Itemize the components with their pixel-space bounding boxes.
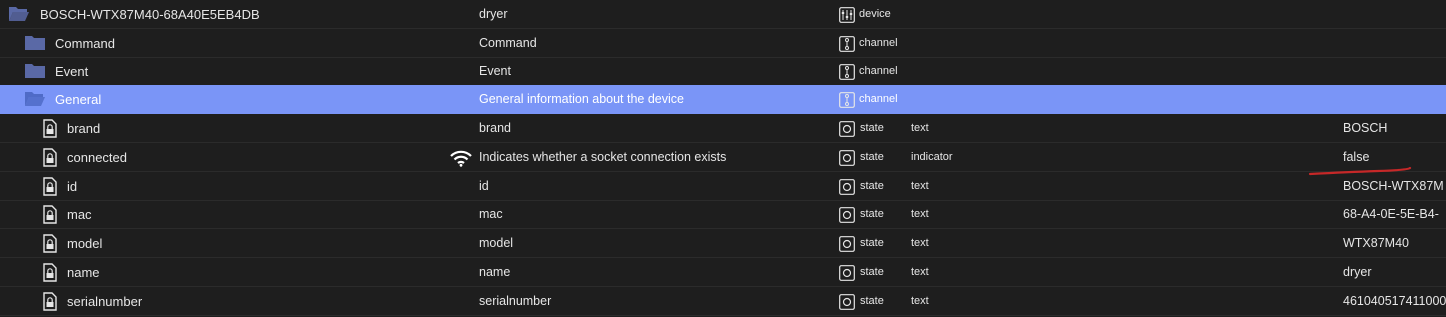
object-value[interactable]: 68-A4-0E-5E-B4- [1343, 200, 1446, 229]
object-type: state [860, 151, 884, 163]
channel-icon [839, 64, 855, 80]
tree-row-serialnumber[interactable]: serialnumber serialnumber state text 4610405… [0, 287, 1446, 316]
object-role: text [911, 295, 929, 307]
folder-icon [24, 33, 46, 53]
object-type: channel [859, 93, 898, 105]
tree-row-mac[interactable]: mac mac state text 68-A4-0E-5E-B4- [0, 200, 1446, 229]
object-name: model [67, 236, 103, 251]
object-description: Command [479, 36, 537, 50]
tree-row-general[interactable]: General General information about the dev… [0, 85, 1446, 114]
channel-icon [839, 36, 855, 52]
object-type: state [860, 208, 884, 220]
object-name: connected [67, 150, 127, 165]
state-icon [839, 121, 855, 137]
object-name: id [67, 179, 78, 194]
tree-row-connected[interactable]: connected Indicates whether a socket con… [0, 143, 1446, 172]
object-value[interactable]: WTX87M40 [1343, 229, 1446, 258]
object-description: Event [479, 64, 511, 78]
tree-row-model[interactable]: model model state text WTX87M40 [0, 229, 1446, 258]
file-lock-icon [38, 233, 60, 253]
object-description: dryer [479, 7, 508, 21]
object-tree: BOSCH-WTX87M40-68A40E5EB4DB dryer device Co… [0, 0, 1446, 317]
tree-row-id[interactable]: id id state text BOSCH-WTX87M [0, 172, 1446, 201]
object-description: General information about the device [479, 92, 684, 106]
object-description: Indicates whether a socket connection ex… [479, 150, 727, 164]
file-lock-icon [38, 291, 60, 311]
object-type: state [860, 266, 884, 278]
state-icon [839, 265, 855, 281]
folder-open-icon [24, 89, 46, 109]
object-name: name [67, 265, 100, 280]
tree-row-brand[interactable]: brand brand state text BOSCH [0, 114, 1446, 143]
folder-icon [24, 61, 46, 81]
object-name: mac [67, 207, 92, 222]
object-type: device [859, 8, 891, 20]
state-icon [839, 150, 855, 166]
object-type: state [860, 295, 884, 307]
state-icon [839, 294, 855, 310]
object-description: model [479, 236, 514, 250]
file-lock-icon [38, 262, 60, 282]
object-value[interactable]: 461040517411000 [1343, 287, 1446, 316]
object-role: text [911, 122, 929, 134]
object-role: text [911, 208, 929, 220]
object-type: state [860, 180, 884, 192]
annotation-underline [1308, 165, 1412, 177]
object-value[interactable]: dryer [1343, 258, 1446, 287]
object-role: text [911, 180, 929, 192]
object-type: channel [859, 37, 898, 49]
tree-row-event[interactable]: Event Event channel [0, 57, 1446, 86]
object-name: Event [55, 64, 89, 79]
object-description: name [479, 265, 511, 279]
state-icon [839, 207, 855, 223]
tree-row-name[interactable]: name name state text dryer [0, 258, 1446, 287]
tree-row-bosch-wtx87m40-68a40e5eb4db[interactable]: BOSCH-WTX87M40-68A40E5EB4DB dryer device [0, 0, 1446, 29]
channel-icon [839, 92, 855, 108]
object-role: text [911, 237, 929, 249]
object-name: serialnumber [67, 294, 143, 309]
wifi-icon[interactable] [449, 149, 473, 167]
object-name: General [55, 92, 102, 107]
object-name: BOSCH-WTX87M40-68A40E5EB4DB [40, 7, 260, 22]
file-lock-icon [38, 147, 60, 167]
object-description: mac [479, 207, 503, 221]
object-value[interactable]: BOSCH [1343, 114, 1446, 143]
object-description: serialnumber [479, 294, 552, 308]
file-lock-icon [38, 118, 60, 138]
file-lock-icon [38, 204, 60, 224]
object-type: channel [859, 65, 898, 77]
object-description: brand [479, 121, 511, 135]
object-type: state [860, 237, 884, 249]
object-name: Command [55, 36, 115, 51]
folder-open-icon [8, 4, 30, 24]
tree-row-command[interactable]: Command Command channel [0, 29, 1446, 58]
object-role: text [911, 266, 929, 278]
object-description: id [479, 179, 489, 193]
object-type: state [860, 122, 884, 134]
object-name: brand [67, 121, 101, 136]
object-role: indicator [911, 151, 953, 163]
device-icon [839, 7, 855, 23]
state-icon [839, 236, 855, 252]
file-lock-icon [38, 176, 60, 196]
state-icon [839, 179, 855, 195]
